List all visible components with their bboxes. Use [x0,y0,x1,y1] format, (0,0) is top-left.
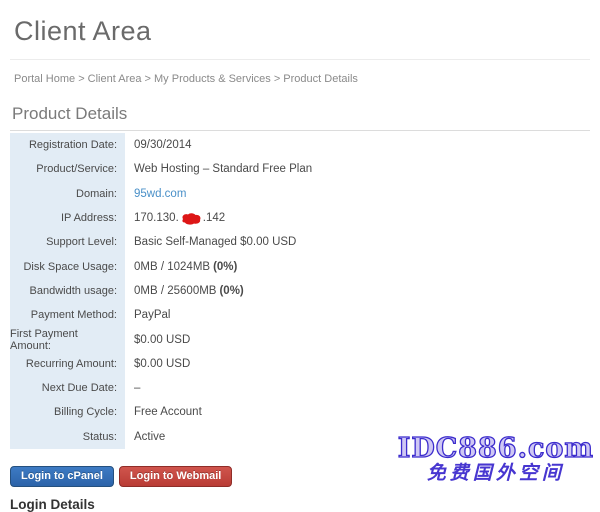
watermark-site-text: IDC886.com [398,434,594,463]
row-value: 95wd.com [125,182,186,206]
row-value: Free Account [125,400,202,424]
breadcrumb[interactable]: Portal Home > Client Area > My Products … [14,73,586,85]
table-row: Registration Date:09/30/2014 [10,133,590,157]
row-label: Status: [10,425,125,449]
table-row: First Payment Amount:$0.00 USD [10,327,590,351]
row-value: 09/30/2014 [125,133,192,157]
ip-prefix: 170.130. [134,212,179,224]
row-label: Registration Date: [10,133,125,157]
table-row: Domain: 95wd.com [10,182,590,206]
redaction-scribble [180,212,202,225]
row-value: $0.00 USD [125,327,190,351]
row-label: Next Due Date: [10,376,125,400]
section-title-product-details: Product Details [10,104,590,131]
row-label: IP Address: [10,206,125,230]
section-title-login-details: Login Details [10,497,590,512]
row-value: Web Hosting – Standard Free Plan [125,157,312,181]
row-value: $0.00 USD [125,352,190,376]
row-value: – [125,376,140,400]
row-value: 0MB / 1024MB(0%) [125,254,237,278]
watermark: IDC886.com 免费国外空间 [398,434,594,484]
table-row: Billing Cycle:Free Account [10,400,590,424]
domain-link[interactable]: 95wd.com [134,188,186,200]
page-title: Client Area [10,0,590,47]
watermark-chinese-text: 免费国外空间 [398,463,594,484]
table-row: IP Address: 170.130. .142 [10,206,590,230]
table-row: Recurring Amount:$0.00 USD [10,352,590,376]
row-value: Basic Self-Managed $0.00 USD [125,230,296,254]
row-value: Active [125,425,165,449]
row-label: Disk Space Usage: [10,254,125,278]
login-to-cpanel-button[interactable]: Login to cPanel [10,466,114,487]
row-label: Billing Cycle: [10,400,125,424]
table-row: Disk Space Usage:0MB / 1024MB(0%) [10,254,590,278]
login-to-webmail-button[interactable]: Login to Webmail [119,466,232,487]
row-label: Bandwidth usage: [10,279,125,303]
table-row: Payment Method:PayPal [10,303,590,327]
row-value: 0MB / 25600MB(0%) [125,279,244,303]
table-row: Product/Service:Web Hosting – Standard F… [10,157,590,181]
row-label: Product/Service: [10,157,125,181]
header-divider [10,59,590,60]
row-label: First Payment Amount: [10,327,125,351]
row-value: PayPal [125,303,170,327]
row-label: Support Level: [10,230,125,254]
product-details-table: Registration Date:09/30/2014Product/Serv… [10,133,590,449]
table-row: Next Due Date:– [10,376,590,400]
table-row: Support Level:Basic Self-Managed $0.00 U… [10,230,590,254]
row-value: 170.130. .142 [125,206,225,230]
row-label: Recurring Amount: [10,352,125,376]
ip-suffix: .142 [203,212,225,224]
table-row: Bandwidth usage:0MB / 25600MB(0%) [10,279,590,303]
row-label: Payment Method: [10,303,125,327]
row-label: Domain: [10,182,125,206]
